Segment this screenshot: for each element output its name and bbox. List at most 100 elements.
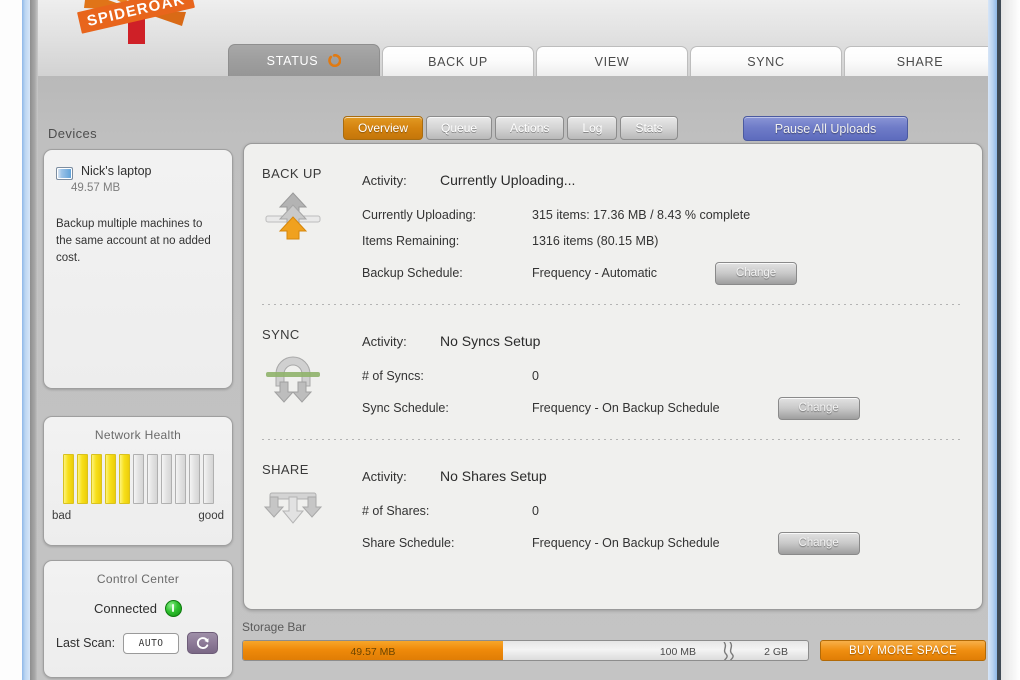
- storage-bar-label: Storage Bar: [242, 620, 307, 634]
- network-health-meter: [44, 442, 232, 504]
- pill-overview[interactable]: Overview: [343, 116, 424, 140]
- buy-more-space-label: BUY MORE SPACE: [848, 644, 958, 657]
- health-high-label: good: [198, 510, 224, 522]
- health-bar-segment: [104, 454, 116, 504]
- tab-sync[interactable]: SYNC: [690, 46, 842, 76]
- application-window: SPIDEROAK STATUS BACK UP VIEW SYNC SHARE…: [0, 0, 1020, 680]
- sync-count-value: 0: [532, 369, 539, 383]
- sync-change-label: Change: [798, 402, 839, 414]
- backup-activity-label: Activity:: [362, 172, 407, 188]
- control-center-panel: Control Center Connected Last Scan: AUTO: [43, 560, 233, 678]
- device-list-item[interactable]: Nick's laptop: [44, 150, 232, 180]
- window-border-right-blue: [988, 0, 997, 680]
- tab-share-label: SHARE: [896, 54, 944, 69]
- buy-more-space-button[interactable]: BUY MORE SPACE: [820, 640, 986, 661]
- spinner-icon: [328, 53, 342, 68]
- last-scan-row: Last Scan: AUTO: [44, 617, 232, 654]
- sync-activity-value: No Syncs Setup: [440, 333, 541, 349]
- device-promo-note: Backup multiple machines to the same acc…: [56, 218, 211, 264]
- backup-schedule-label: Backup Schedule:: [362, 266, 463, 280]
- network-health-scale: bad good: [44, 504, 232, 522]
- window-border-left-gray: [30, 0, 38, 680]
- share-schedule-value: Frequency - On Backup Schedule: [532, 536, 720, 550]
- pill-actions[interactable]: Actions: [495, 116, 565, 140]
- sync-count-label: # of Syncs:: [362, 369, 424, 383]
- pill-log-label: Log: [582, 121, 603, 135]
- sync-section-rows: Activity: No Syncs Setup # of Syncs: 0 S…: [362, 327, 982, 421]
- sync-schedule-change-button[interactable]: Change: [777, 396, 860, 420]
- sub-toolbar: Overview Queue Actions Log Stats Pause All U…: [238, 76, 988, 141]
- pause-all-uploads-label: Pause All Uploads: [774, 121, 877, 136]
- health-bar-segment: [76, 454, 88, 504]
- share-section: SHARE Activity: No Shares Setup # of Sha…: [244, 440, 982, 556]
- backup-activity-value: Currently Uploading...: [440, 172, 576, 188]
- share-arrows-icon: [262, 487, 324, 539]
- backup-change-label: Change: [735, 267, 777, 279]
- backup-uploading-value: 315 items: 17.36 MB / 8.43 % complete: [532, 208, 751, 222]
- share-activity-label: Activity:: [362, 468, 407, 484]
- share-activity-row: Activity: No Shares Setup: [362, 463, 982, 489]
- primary-tabs[interactable]: STATUS BACK UP VIEW SYNC SHARE: [228, 44, 988, 76]
- sync-schedule-label: Sync Schedule:: [362, 401, 449, 415]
- backup-section: BACK UP Activity: Currently Uploading...…: [244, 144, 982, 286]
- health-bar-segment: [188, 454, 200, 504]
- refresh-scan-button[interactable]: [187, 632, 219, 654]
- share-section-left: SHARE: [262, 462, 362, 556]
- refresh-icon: [196, 637, 209, 649]
- storage-used-label: 49.57 MB: [350, 645, 396, 658]
- last-scan-label: Last Scan:: [56, 636, 116, 650]
- share-section-title: SHARE: [262, 462, 309, 477]
- health-bar-segment: [202, 454, 214, 504]
- window-outer-right-margin: [1001, 0, 1020, 680]
- devices-panel: Nick's laptop 49.57 MB Backup multiple m…: [43, 149, 233, 389]
- share-schedule-label: Share Schedule:: [362, 536, 455, 550]
- health-bar-segment: [90, 454, 102, 504]
- backup-schedule-change-button[interactable]: Change: [715, 261, 798, 285]
- header-band: SPIDEROAK STATUS BACK UP VIEW SYNC SHARE: [38, 0, 988, 76]
- pill-log[interactable]: Log: [567, 116, 618, 140]
- tab-status[interactable]: STATUS: [228, 44, 380, 76]
- pause-all-uploads-button[interactable]: Pause All Uploads: [743, 116, 908, 141]
- status-overview-panel: BACK UP Activity: Currently Uploading...…: [243, 143, 983, 610]
- tab-share[interactable]: SHARE: [844, 46, 988, 76]
- sync-activity-label: Activity:: [362, 333, 407, 349]
- tab-view[interactable]: VIEW: [536, 46, 688, 76]
- backup-remaining-value: 1316 items (80.15 MB): [532, 234, 659, 248]
- control-center-title: Control Center: [96, 572, 180, 586]
- health-bar-segment: [174, 454, 186, 504]
- client-area: SPIDEROAK STATUS BACK UP VIEW SYNC SHARE…: [38, 0, 988, 680]
- pill-queue[interactable]: Queue: [426, 116, 493, 140]
- connection-status: Connected: [44, 586, 232, 617]
- backup-uploading-row: Currently Uploading: 315 items: 17.36 MB…: [362, 202, 982, 228]
- view-pill-group[interactable]: Overview Queue Actions Log Stats: [343, 116, 678, 140]
- share-count-row: # of Shares: 0: [362, 498, 982, 524]
- share-schedule-change-button[interactable]: Change: [777, 531, 860, 555]
- spideroak-logo: SPIDEROAK: [66, 0, 206, 74]
- backup-schedule-value: Frequency - Automatic: [532, 266, 658, 280]
- health-bar-segment: [132, 454, 144, 504]
- pill-actions-label: Actions: [510, 121, 550, 135]
- storage-bar-area: Storage Bar 49.57 MB 100 MB 2 GB BUY MOR…: [238, 612, 988, 680]
- pill-stats[interactable]: Stats: [620, 116, 678, 140]
- backup-remaining-row: Items Remaining: 1316 items (80.15 MB): [362, 228, 982, 254]
- tab-status-label: STATUS: [266, 53, 319, 68]
- window-outer-left-margin: [0, 0, 22, 680]
- backup-activity-row: Activity: Currently Uploading...: [362, 167, 982, 193]
- share-section-rows: Activity: No Shares Setup # of Shares: 0…: [362, 462, 982, 556]
- health-bar-segment: [160, 454, 172, 504]
- pill-overview-label: Overview: [358, 121, 409, 135]
- sync-schedule-row: Sync Schedule: Frequency - On Backup Sch…: [362, 395, 982, 421]
- tab-view-label: VIEW: [594, 54, 630, 69]
- tab-backup[interactable]: BACK UP: [382, 46, 534, 76]
- backup-section-left: BACK UP: [262, 166, 362, 286]
- backup-section-title: BACK UP: [262, 166, 322, 181]
- pill-stats-label: Stats: [635, 121, 663, 135]
- storage-usage-bar: 49.57 MB 100 MB 2 GB: [242, 640, 809, 661]
- sync-section-title: SYNC: [262, 327, 300, 342]
- backup-uploading-label: Currently Uploading:: [362, 208, 476, 222]
- health-bar-segment: [118, 454, 130, 504]
- share-schedule-row: Share Schedule: Frequency - On Backup Sc…: [362, 530, 982, 556]
- power-indicator-icon: [164, 600, 182, 617]
- sync-section: SYNC Activity: No Syncs Setup # of Syncs…: [244, 305, 982, 421]
- tab-sync-label: SYNC: [747, 54, 785, 69]
